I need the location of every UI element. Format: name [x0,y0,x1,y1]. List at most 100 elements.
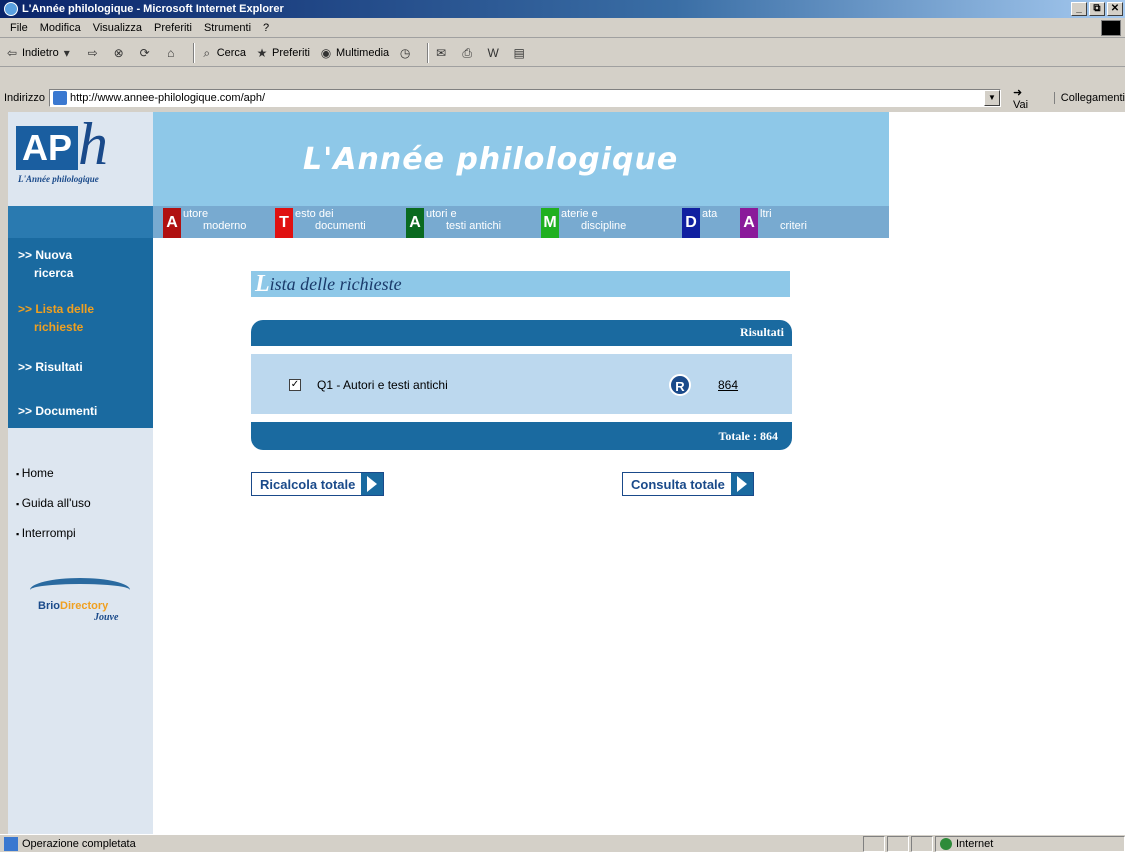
nav-letter: A [163,208,181,238]
windows-flag-icon [1101,20,1121,36]
forward-arrow-icon: ⇨ [87,45,98,60]
sidebar-link-interrompi[interactable]: Interrompi [16,526,76,540]
stop-button[interactable]: ⊗ [111,45,129,61]
query-label: Q1 - Autori e testi antichi [317,378,448,392]
web-page: AP h L'Année philologique L'Année philol… [8,112,1125,834]
back-arrow-icon: ⇦ [6,45,18,60]
recalculate-label: Ricalcola totale [260,476,356,492]
close-button[interactable]: ✕ [1107,2,1123,16]
recalculate-total-button[interactable]: Ricalcola totale [251,472,385,496]
brio-name: BrioDirectory [38,600,108,612]
results-header: Risultati [251,320,792,346]
nav-left-fill [8,206,153,238]
toolbar-separator [427,42,430,63]
aph-logo[interactable]: AP h L'Année philologique [8,112,153,206]
sidebar: >> Nuova ricerca >> Lista delle richiest… [8,238,153,834]
page-left-edge [0,112,8,834]
nav-autori-testi-antichi[interactable]: A utori e testi antichi [406,208,501,238]
banner-title: L'Année philologique [303,142,679,177]
address-url[interactable]: http://www.annee-philologique.com/aph/ [70,92,265,104]
menu-file[interactable]: File [10,22,28,34]
nav-line2: criteri [780,220,807,232]
media-label: Multimedia [335,46,390,59]
back-button[interactable]: ⇦ Indietro ▾ [4,45,77,61]
edit-button[interactable]: W [485,45,503,61]
r-badge-icon[interactable]: R [669,374,691,396]
brio-arc-icon [30,578,130,602]
minimize-button[interactable]: _ [1071,2,1087,16]
search-button[interactable]: ⌕ Cerca [199,45,246,61]
query-row: ✓ Q1 - Autori e testi antichi R 864 [251,354,792,414]
sidebar-link-home[interactable]: Home [16,466,54,480]
briodirectory-logo: BrioDirectory Jouve [20,578,140,628]
nav-letter: A [406,208,424,238]
menu-preferiti[interactable]: Preferiti [154,22,192,34]
window-titlebar: L'Année philologique - Microsoft Interne… [0,0,1125,18]
zone-label: Internet [956,837,994,850]
sidebar-item-nuova-ricerca[interactable]: >> Nuova ricerca [18,246,73,282]
media-button[interactable]: ◉ Multimedia [318,45,389,61]
query-checkbox[interactable]: ✓ [289,379,301,391]
nav-letter: D [682,208,700,238]
nav-autore-moderno[interactable]: A utore moderno [163,208,246,238]
consult-label: Consulta totale [631,476,725,492]
links-button[interactable]: Collegamenti [1053,92,1125,104]
page-title: L ista delle richieste [251,271,790,297]
discuss-icon: ▤ [513,45,525,60]
sidebar-item-documenti[interactable]: >> Documenti [18,402,97,420]
favorites-button[interactable]: ★ Preferiti [254,45,310,61]
nav-materie-discipline[interactable]: M aterie e discipline [541,208,626,238]
home-button[interactable]: ⌂ [163,45,181,61]
search-criteria-nav: A utore moderno T esto dei documenti A uto… [8,206,889,238]
internet-globe-icon [940,837,952,850]
address-dropdown-icon[interactable]: ▼ [984,90,1000,106]
nav-line2: testi antichi [446,220,502,232]
menu-strumenti[interactable]: Strumenti [204,22,251,34]
address-input[interactable]: http://www.annee-philologique.com/aph/ ▼ [48,89,1001,107]
refresh-button[interactable]: ⟳ [137,45,155,61]
search-label: Cerca [216,46,247,59]
refresh-icon: ⟳ [139,45,150,60]
address-bar: Indirizzo http://www.annee-philologique.… [0,86,1125,111]
nav-letter: A [740,208,758,238]
discuss-button[interactable]: ▤ [511,45,529,61]
menu-bar: File Modifica Visualizza Preferiti Strum… [0,18,1125,38]
mail-button[interactable]: ✉ [433,45,451,61]
status-bar: Operazione completata Internet [0,834,1125,852]
results-total: Totale : 864 [718,429,778,443]
sidebar-label: richieste [34,320,84,334]
go-button[interactable]: ➜ Vai [1013,86,1040,111]
menu-visualizza[interactable]: Visualizza [93,22,142,34]
sidebar-label: >> Lista delle [18,302,95,316]
query-count-link[interactable]: 864 [718,378,738,392]
print-icon: ⎙ [462,45,472,60]
page-status-icon [4,836,18,851]
maximize-button[interactable]: ⧉ [1089,2,1105,16]
consult-total-button[interactable]: Consulta totale [622,472,754,496]
results-header-label: Risultati [739,325,784,339]
address-label: Indirizzo [4,92,45,104]
nav-line1: utori e [426,208,457,220]
print-button[interactable]: ⎙ [459,45,477,61]
stop-icon: ⊗ [113,45,124,60]
nav-data[interactable]: D ata [682,208,722,238]
sidebar-item-lista-richieste[interactable]: >> Lista delle richieste [18,300,94,336]
favorites-icon: ★ [256,45,268,60]
history-button[interactable]: ◷ [397,45,415,61]
nav-altri-criteri[interactable]: A ltri criteri [740,208,807,238]
menu-help[interactable]: ? [263,22,269,34]
menu-modifica[interactable]: Modifica [40,22,81,34]
page-icon [52,91,67,105]
sidebar-link-guida[interactable]: Guida all'uso [16,496,91,510]
forward-button[interactable]: ⇨ [85,45,103,61]
page-title-initial: L [255,271,270,297]
media-icon: ◉ [320,45,332,60]
arrow-right-icon [361,473,384,495]
sidebar-item-risultati[interactable]: >> Risultati [18,358,83,376]
status-cell [911,835,933,852]
nav-letter: M [541,208,559,238]
dropdown-icon[interactable]: ▾ [59,45,75,61]
nav-testo-documenti[interactable]: T esto dei documenti [275,208,366,238]
back-label: Indietro [22,46,59,59]
nav-letter: T [275,208,293,238]
